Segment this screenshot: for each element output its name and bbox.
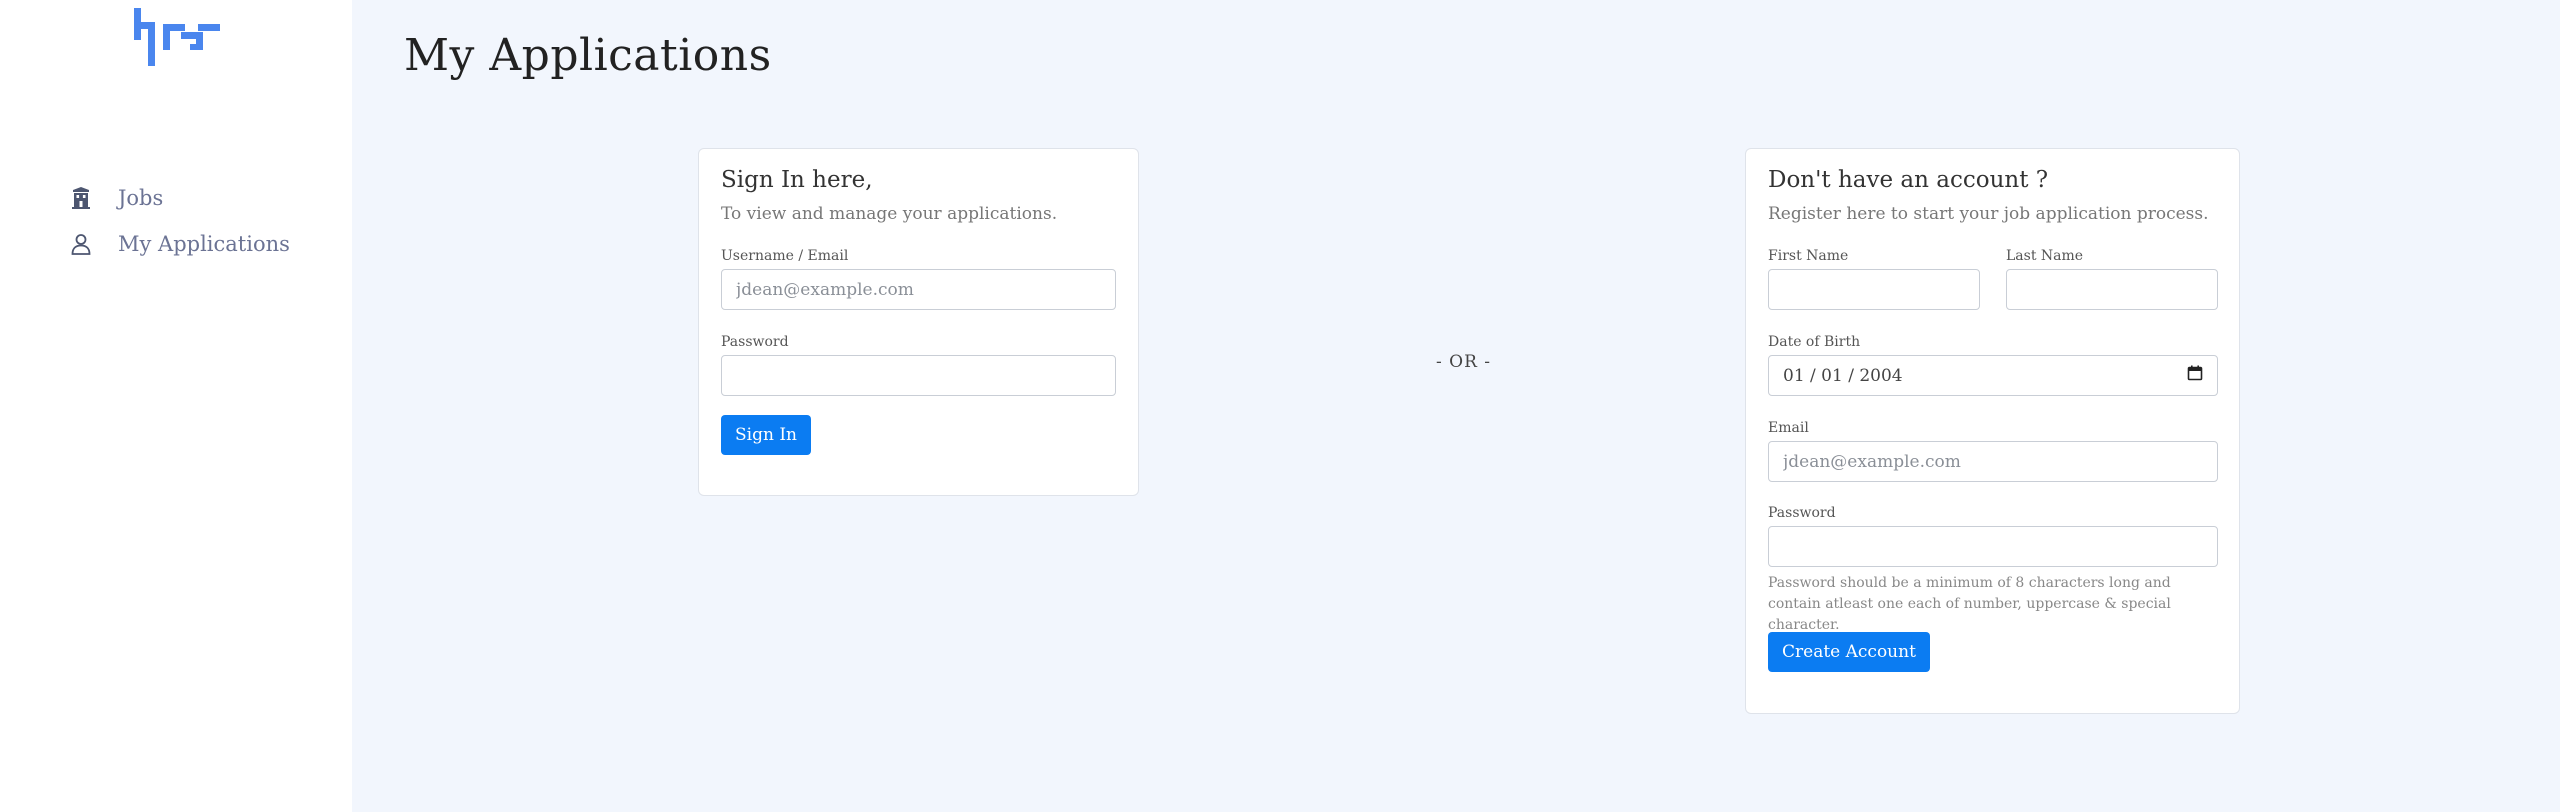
password-help-text: Password should be a minimum of 8 charac… [1768,575,2171,633]
first-name-label: First Name [1768,248,1849,264]
sidebar-item-label: My Applications [118,232,290,256]
register-password-input[interactable] [1768,526,2218,567]
first-name-input[interactable] [1768,269,1980,310]
sign-in-button[interactable]: Sign In [721,415,811,455]
dob-input[interactable]: 01 / 01 / 2004 [1768,355,2218,396]
signin-card: Sign In here, To view and manage your ap… [698,148,1139,496]
password-input[interactable] [721,355,1116,396]
or-divider: - OR - [1436,352,1492,372]
email-label: Email [1768,420,1809,436]
username-input[interactable] [721,269,1116,310]
building-icon [68,185,94,211]
last-name-label: Last Name [2006,248,2084,264]
email-input[interactable] [1768,441,2218,482]
sidebar-item-my-applications[interactable]: My Applications [68,228,290,260]
signin-title: Sign In here, [721,167,873,193]
dob-value: 01 / 01 / 2004 [1783,365,1903,386]
register-subtitle: Register here to start your job applicat… [1768,204,2209,224]
dob-label: Date of Birth [1768,334,1861,350]
calendar-icon[interactable] [2187,365,2203,386]
hrs-logo[interactable] [134,8,220,66]
sidebar: Jobs My Applications [0,0,352,812]
create-account-button[interactable]: Create Account [1768,632,1930,672]
register-password-label: Password [1768,505,1836,521]
register-card: Don't have an account ? Register here to… [1745,148,2240,714]
username-label: Username / Email [721,248,849,264]
sidebar-item-label: Jobs [118,186,164,210]
user-icon [68,231,94,257]
page-title: My Applications [404,30,772,81]
last-name-input[interactable] [2006,269,2218,310]
register-title: Don't have an account ? [1768,167,2049,193]
sidebar-item-jobs[interactable]: Jobs [68,182,163,214]
password-label: Password [721,334,789,350]
signin-subtitle: To view and manage your applications. [721,204,1058,224]
